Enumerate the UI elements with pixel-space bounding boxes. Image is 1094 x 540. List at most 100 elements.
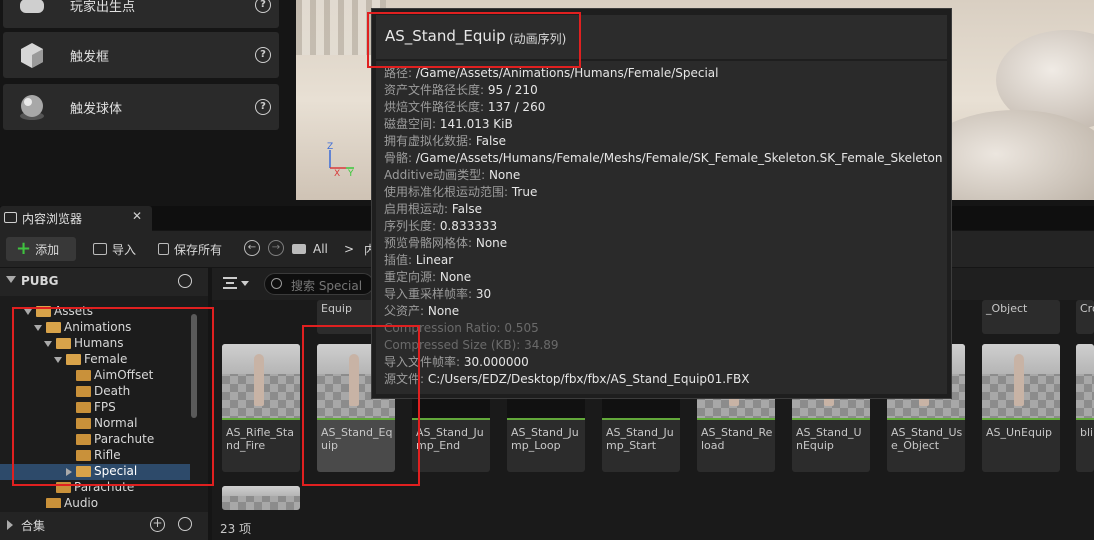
- row-key: 拥有虚拟化数据:: [384, 134, 476, 148]
- tooltip-row: 骨骼: /Game/Assets/Humans/Female/Meshs/Fem…: [384, 150, 942, 167]
- row-value: None: [488, 168, 521, 182]
- row-key: 导入重采样帧率:: [384, 287, 476, 301]
- tooltip-row: 插值: Linear: [384, 252, 453, 269]
- asset-tile[interactable]: AS_Rifle_Stand_Fire: [222, 344, 300, 472]
- search-icon[interactable]: [178, 274, 192, 288]
- chevron-down-icon[interactable]: [6, 276, 16, 283]
- place-item-trigger-sphere[interactable]: 触发球体 ?: [3, 84, 279, 130]
- row-value: 30.000000: [463, 355, 529, 369]
- tooltip-row: 启用根运动: False: [384, 201, 482, 218]
- character-figure: [1014, 354, 1024, 406]
- add-collection-icon[interactable]: +: [150, 517, 165, 532]
- row-value: 30: [475, 287, 492, 301]
- place-actors-panel: 玩家出生点 ? 触发框 ? 触发球体 ?: [0, 0, 290, 200]
- tooltip-row: 烘焙文件路径长度: 137 / 260: [384, 99, 545, 116]
- chevron-right-icon[interactable]: [7, 520, 13, 530]
- place-item-trigger-box[interactable]: 触发框 ?: [3, 32, 279, 78]
- collections-label: 合集: [21, 519, 46, 533]
- path-all-label: All: [313, 242, 328, 256]
- tooltip-row: Additive动画类型: None: [384, 167, 520, 184]
- asset-tile[interactable]: Cro: [1076, 300, 1094, 334]
- search-icon[interactable]: [178, 517, 192, 531]
- asset-tile[interactable]: [222, 486, 300, 510]
- search-icon: [271, 278, 282, 289]
- import-icon: [93, 243, 107, 255]
- tooltip-row: 父资产: None: [384, 303, 459, 320]
- tooltip-row: 磁盘空间: 141.013 KiB: [384, 116, 513, 133]
- row-key: 磁盘空间:: [384, 117, 440, 131]
- gamepad-icon: [17, 0, 47, 20]
- import-button[interactable]: 导入: [93, 237, 136, 261]
- row-key: Additive动画类型:: [384, 168, 489, 182]
- place-item-label: 玩家出生点: [70, 0, 136, 15]
- folder-icon: [46, 498, 61, 508]
- row-value: None: [475, 236, 508, 250]
- row-value: 34.89: [524, 338, 559, 352]
- row-key: 重定向源:: [384, 270, 440, 284]
- row-value: /Game/Assets/Animations/Humans/Female/Sp…: [415, 66, 719, 80]
- tooltip-row: 预览骨骼网格体: None: [384, 235, 507, 252]
- row-key: 序列长度:: [384, 219, 440, 233]
- sources-title: PUBG: [21, 274, 59, 288]
- character-figure: [254, 354, 264, 406]
- save-all-button-label: 保存所有: [174, 242, 223, 257]
- tab-content-browser[interactable]: 内容浏览器 ✕: [0, 206, 152, 231]
- help-icon[interactable]: ?: [255, 99, 271, 115]
- asset-tile-name: AS_UnEquip: [986, 426, 1052, 439]
- row-key: 启用根运动:: [384, 202, 452, 216]
- animation-thumbnail: [982, 344, 1060, 420]
- folder-icon: [292, 244, 306, 254]
- animation-thumbnail: [222, 486, 300, 510]
- item-count: 23 项: [220, 522, 252, 536]
- sources-header[interactable]: PUBG: [0, 268, 208, 296]
- row-key: 路径:: [384, 66, 416, 80]
- place-item-label: 触发球体: [70, 102, 123, 117]
- gizmo-x-label: X: [334, 169, 340, 179]
- filter-icon[interactable]: [223, 277, 237, 289]
- tooltip-row: 资产文件路径长度: 95 / 210: [384, 82, 538, 99]
- asset-tile-name: Cro: [1080, 302, 1094, 315]
- row-value: Linear: [415, 253, 454, 267]
- search-input[interactable]: 搜索 Special: [264, 273, 374, 295]
- row-value: 141.013 KiB: [439, 117, 513, 131]
- back-button[interactable]: ←: [244, 240, 260, 256]
- search-placeholder: 搜索 Special: [291, 279, 363, 293]
- tab-label: 内容浏览器: [22, 212, 83, 226]
- asset-tile-name: AS_Stand_Reload: [701, 426, 773, 452]
- gizmo-y-label: Y: [347, 169, 354, 179]
- forward-button[interactable]: →: [268, 240, 284, 256]
- highlight-box-tree: [12, 307, 214, 486]
- tooltip-row: 拥有虚拟化数据: False: [384, 133, 506, 150]
- row-value: 95 / 210: [487, 83, 538, 97]
- tooltip-row: 重定向源: None: [384, 269, 471, 286]
- row-key: 插值:: [384, 253, 416, 267]
- tooltip-row: 使用标准化根运动范围: True: [384, 184, 537, 201]
- help-icon[interactable]: ?: [255, 0, 271, 13]
- collections-header[interactable]: 合集 +: [0, 512, 208, 540]
- row-value: 0.505: [504, 321, 539, 335]
- asset-tile-name: AS_Stand_Use_Object: [891, 426, 963, 452]
- add-button[interactable]: + 添加: [6, 237, 76, 261]
- asset-tile[interactable]: AS_UnEquip: [982, 344, 1060, 472]
- asset-tile[interactable]: blir: [1076, 344, 1094, 472]
- gizmo-z-label: Z: [327, 142, 333, 152]
- highlight-box-title: [367, 12, 581, 68]
- tree-item-label: Audio: [64, 496, 99, 508]
- trigger-box-icon: [17, 40, 47, 70]
- save-all-button[interactable]: 保存所有: [158, 237, 222, 261]
- chevron-down-icon[interactable]: [241, 281, 249, 286]
- path-root[interactable]: All: [292, 237, 328, 261]
- place-item-label: 触发框: [70, 50, 110, 65]
- highlight-box-tile: [302, 325, 420, 486]
- asset-tile[interactable]: _Object: [982, 300, 1060, 334]
- row-value: False: [451, 202, 482, 216]
- help-icon[interactable]: ?: [255, 47, 271, 63]
- close-icon[interactable]: ✕: [132, 209, 142, 223]
- tooltip-row: 序列长度: 0.833333: [384, 218, 497, 235]
- asset-tile-name: AS_Stand_Jump_Start: [606, 426, 674, 452]
- place-item-player-start[interactable]: 玩家出生点 ?: [3, 0, 279, 28]
- tooltip-row: 导入重采样帧率: 30: [384, 286, 491, 303]
- row-value: C:/Users/EDZ/Desktop/fbx/fbx/AS_Stand_Eq…: [427, 372, 750, 386]
- tree-item-audio[interactable]: Audio: [0, 496, 190, 508]
- row-value: 137 / 260: [487, 100, 546, 114]
